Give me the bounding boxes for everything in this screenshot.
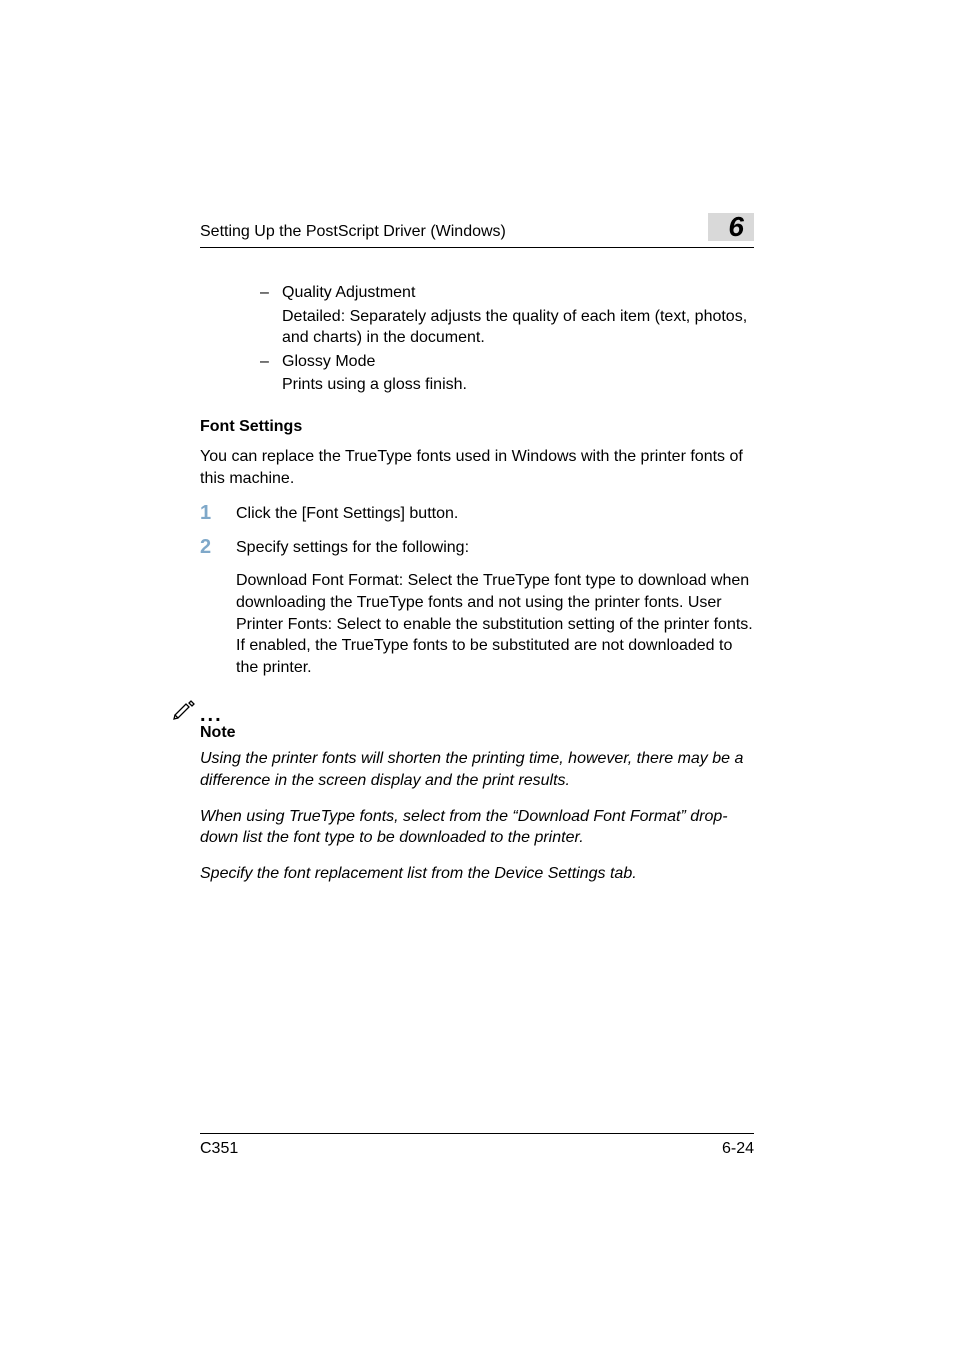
header-title: Setting Up the PostScript Driver (Window… <box>200 223 506 241</box>
footer: C351 6-24 <box>200 1133 754 1158</box>
bullet-item: – Quality Adjustment <box>260 282 754 304</box>
note-paragraph: Specify the font replacement list from t… <box>200 863 754 885</box>
note-dots: ... <box>200 708 223 722</box>
section-heading: Font Settings <box>200 418 754 436</box>
content-area: – Quality Adjustment Detailed: Separatel… <box>260 282 754 884</box>
bullet-detail: Detailed: Separately adjusts the quality… <box>282 306 754 349</box>
bullet-item: – Glossy Mode <box>260 351 754 373</box>
intro-paragraph: You can replace the TrueType fonts used … <box>200 446 754 489</box>
step-detail: Download Font Format: Select the TrueTyp… <box>236 570 754 678</box>
note-label: Note <box>200 724 754 742</box>
bullet-title: Glossy Mode <box>282 351 754 373</box>
step-text: Specify settings for the following: <box>200 537 754 559</box>
footer-page-number: 6-24 <box>722 1140 754 1158</box>
note-paragraph: Using the printer fonts will shorten the… <box>200 748 754 791</box>
step-row: 1 Click the [Font Settings] button. <box>200 503 754 525</box>
step-text: Click the [Font Settings] button. <box>200 503 754 525</box>
bullet-dash: – <box>260 282 282 304</box>
footer-model: C351 <box>200 1140 238 1158</box>
header-row: Setting Up the PostScript Driver (Window… <box>200 213 754 248</box>
page: Setting Up the PostScript Driver (Window… <box>0 0 954 1350</box>
bullet-title: Quality Adjustment <box>282 282 754 304</box>
step-row: 2 Specify settings for the following: <box>200 537 754 559</box>
note-header: ... <box>172 698 754 722</box>
chapter-number: 6 <box>728 211 744 243</box>
bullet-dash: – <box>260 351 282 373</box>
note-paragraph: When using TrueType fonts, select from t… <box>200 806 754 849</box>
bullet-list: – Quality Adjustment Detailed: Separatel… <box>260 282 754 396</box>
steps-block: 1 Click the [Font Settings] button. 2 Sp… <box>200 503 754 678</box>
pencil-icon <box>172 698 196 722</box>
bullet-detail: Prints using a gloss finish. <box>282 374 754 396</box>
chapter-box: 6 <box>708 213 754 241</box>
